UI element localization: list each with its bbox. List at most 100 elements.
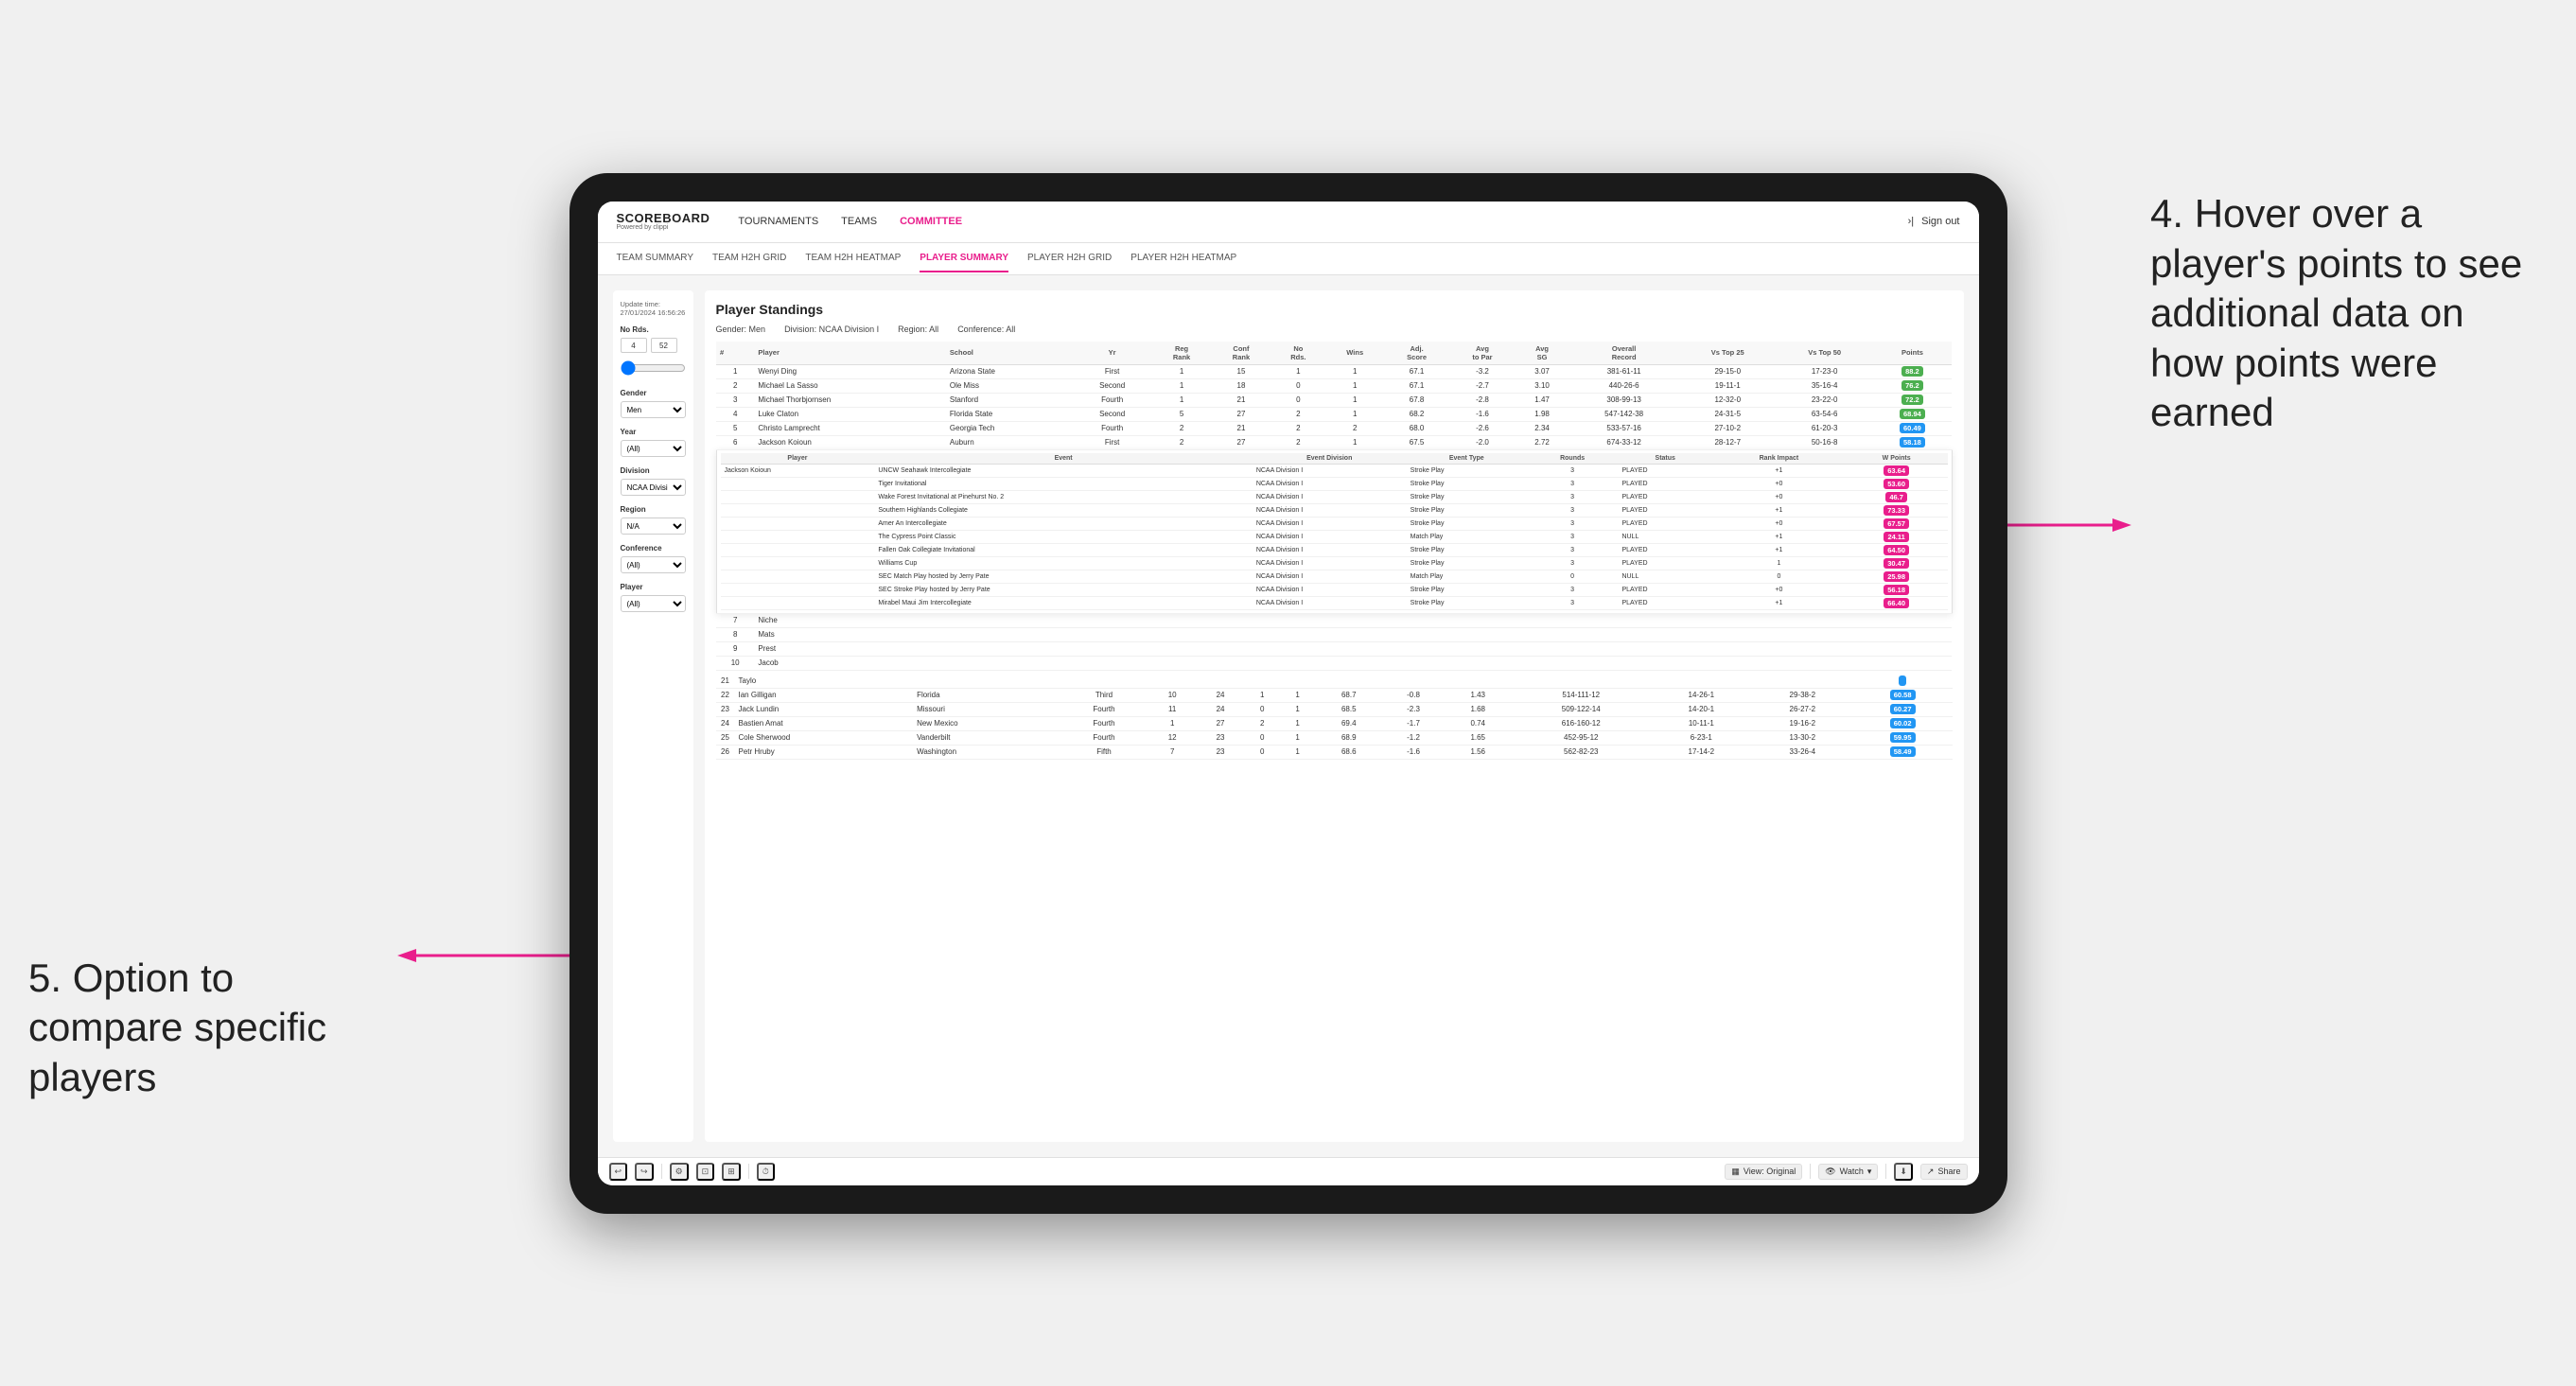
nav-teams[interactable]: TEAMS xyxy=(841,212,877,231)
filter-region: Region N/A xyxy=(621,505,686,535)
nav-tournaments[interactable]: TOURNAMENTS xyxy=(738,212,818,231)
tooltip-points[interactable]: 73.33 xyxy=(1884,505,1909,516)
points-badge[interactable]: 76.2 xyxy=(1901,380,1923,391)
table-row: 21 Taylo xyxy=(716,675,1953,689)
sub-nav-team-summary[interactable]: TEAM SUMMARY xyxy=(617,245,694,272)
points-badge[interactable]: 58.49 xyxy=(1890,746,1916,757)
gender-filter-label: Gender: xyxy=(716,325,747,334)
division-filter-value: NCAA Division I xyxy=(819,325,880,334)
tooltip-points[interactable]: 63.64 xyxy=(1884,465,1909,476)
sub-nav-player-h2h-heatmap[interactable]: PLAYER H2H HEATMAP xyxy=(1130,245,1236,272)
col-overall: OverallRecord xyxy=(1568,342,1679,365)
settings-btn[interactable]: ⚙ xyxy=(670,1163,689,1181)
table-row: 1 Wenyi Ding Arizona State First 1 15 1 … xyxy=(716,364,1952,378)
filter-division: Division NCAA Division I xyxy=(621,466,686,496)
tooltip-data-row: Amer An Intercollegiate NCAA Division I … xyxy=(721,517,1948,530)
player-label: Player xyxy=(621,583,686,591)
gender-select[interactable]: Men Women xyxy=(621,401,686,418)
sub-nav-player-h2h-grid[interactable]: PLAYER H2H GRID xyxy=(1027,245,1112,272)
table-panel: Player Standings Gender: Men Division: N… xyxy=(705,290,1964,1142)
col-points: Points xyxy=(1873,342,1952,365)
tooltip-points[interactable]: 25.98 xyxy=(1884,571,1909,582)
arrow-left-indicator xyxy=(378,941,587,970)
col-vs50: Vs Top 50 xyxy=(1776,342,1872,365)
table-row: 24 Bastien Amat New Mexico Fourth 1 27 2… xyxy=(716,716,1953,730)
sign-out-btn[interactable]: Sign out xyxy=(1921,212,1959,231)
col-conf-rank: ConfRank xyxy=(1212,342,1271,365)
update-time: Update time: 27/01/2024 16:56:26 xyxy=(621,300,686,319)
tooltip-points[interactable]: 30.47 xyxy=(1884,558,1909,569)
gender-label: Gender xyxy=(621,389,686,397)
points-badge[interactable]: 88.2 xyxy=(1901,366,1923,377)
region-select[interactable]: N/A xyxy=(621,518,686,535)
tooltip-data-row: Fallen Oak Collegiate Invitational NCAA … xyxy=(721,543,1948,556)
points-badge[interactable]: 60.49 xyxy=(1900,423,1925,433)
col-reg-rank: RegRank xyxy=(1152,342,1212,365)
copy-btn[interactable]: ⊡ xyxy=(696,1163,715,1181)
tooltip-data-row: Tiger Invitational NCAA Division I Strok… xyxy=(721,477,1948,490)
share-label: Share xyxy=(1937,1167,1960,1176)
tablet-screen: SCOREBOARD Powered by clippi TOURNAMENTS… xyxy=(598,202,1979,1185)
division-select[interactable]: NCAA Division I xyxy=(621,479,686,496)
tooltip-points[interactable]: 53.60 xyxy=(1884,479,1909,489)
sub-nav-team-h2h-heatmap[interactable]: TEAM H2H HEATMAP xyxy=(805,245,901,272)
toolbar-sep-2 xyxy=(748,1164,749,1179)
col-wins: Wins xyxy=(1325,342,1384,365)
rds-min-input[interactable] xyxy=(621,338,647,353)
logo-area: SCOREBOARD Powered by clippi xyxy=(617,212,710,231)
tooltip-points[interactable]: 56.18 xyxy=(1884,585,1909,595)
table-row: 26 Petr Hruby Washington Fifth 7 23 0 1 … xyxy=(716,745,1953,759)
download-btn[interactable]: ⬇ xyxy=(1894,1163,1913,1181)
table-row: 25 Cole Sherwood Vanderbilt Fourth 12 23… xyxy=(716,730,1953,745)
filter-gender: Gender Men Women xyxy=(621,389,686,418)
table-row: 4 Luke Claton Florida State Second 5 27 … xyxy=(716,407,1952,421)
sub-nav-player-summary[interactable]: PLAYER SUMMARY xyxy=(920,245,1008,272)
conference-select[interactable]: (All) xyxy=(621,556,686,573)
rds-range-slider[interactable] xyxy=(621,360,686,376)
tooltip-data-row: Wake Forest Invitational at Pinehurst No… xyxy=(721,490,1948,503)
points-badge[interactable] xyxy=(1899,675,1906,686)
sub-nav: TEAM SUMMARY TEAM H2H GRID TEAM H2H HEAT… xyxy=(598,243,1979,275)
tooltip-data-row: Jackson Koioun UNCW Seahawk Intercollegi… xyxy=(721,464,1948,477)
toolbar-sep-3 xyxy=(1810,1164,1811,1179)
undo-btn[interactable]: ↩ xyxy=(609,1163,628,1181)
view-label: View: Original xyxy=(1744,1167,1796,1176)
share-btn[interactable]: ↗ Share xyxy=(1920,1164,1968,1180)
filters-panel: Update time: 27/01/2024 16:56:26 No Rds.… xyxy=(613,290,693,1142)
points-badge[interactable]: 58.18 xyxy=(1900,437,1925,447)
tooltip-points[interactable]: 67.57 xyxy=(1884,518,1909,529)
redo-btn[interactable]: ↪ xyxy=(635,1163,654,1181)
tooltip-points[interactable]: 46.7 xyxy=(1885,492,1907,502)
watch-btn[interactable]: 👁 Watch ▾ xyxy=(1818,1164,1878,1180)
toolbar-sep-1 xyxy=(661,1164,662,1179)
nav-committee[interactable]: COMMITTEE xyxy=(900,212,962,231)
division-filter-chip: Division: NCAA Division I xyxy=(784,325,879,334)
col-avg-par: Avgto Par xyxy=(1449,342,1516,365)
points-badge[interactable]: 60.02 xyxy=(1890,718,1916,728)
tooltip-points[interactable]: 64.50 xyxy=(1884,545,1909,555)
year-label: Year xyxy=(621,428,686,436)
bottom-toolbar: ↩ ↪ ⚙ ⊡ ⊞ ⏱ ▦ View: Original 👁 Watch ▾ ⬇… xyxy=(598,1157,1979,1185)
clock-btn[interactable]: ⏱ xyxy=(757,1163,775,1181)
standings-title: Player Standings xyxy=(716,302,1953,317)
annotation-left: 5. Option to compare specific players xyxy=(28,954,369,1103)
filter-player: Player (All) xyxy=(621,583,686,612)
col-vs25: Vs Top 25 xyxy=(1679,342,1776,365)
tablet-frame: SCOREBOARD Powered by clippi TOURNAMENTS… xyxy=(570,173,2007,1214)
no-rds-label: No Rds. xyxy=(621,325,686,334)
region-filter-value: All xyxy=(929,325,938,334)
gender-filter-chip: Gender: Men xyxy=(716,325,766,334)
view-original-btn[interactable]: ▦ View: Original xyxy=(1725,1164,1802,1180)
points-badge[interactable]: 59.95 xyxy=(1890,732,1916,743)
tooltip-points[interactable]: 66.40 xyxy=(1884,598,1909,608)
points-badge[interactable]: 68.94 xyxy=(1900,409,1925,419)
points-badge[interactable]: 60.27 xyxy=(1890,704,1916,714)
add-btn[interactable]: ⊞ xyxy=(722,1163,741,1181)
points-badge[interactable]: 60.58 xyxy=(1890,690,1916,700)
sub-nav-team-h2h-grid[interactable]: TEAM H2H GRID xyxy=(712,245,786,272)
points-badge[interactable]: 72.2 xyxy=(1901,395,1923,405)
player-select[interactable]: (All) xyxy=(621,595,686,612)
year-select[interactable]: (All) xyxy=(621,440,686,457)
tooltip-points[interactable]: 24.11 xyxy=(1884,532,1908,542)
rds-max-input[interactable] xyxy=(651,338,677,353)
